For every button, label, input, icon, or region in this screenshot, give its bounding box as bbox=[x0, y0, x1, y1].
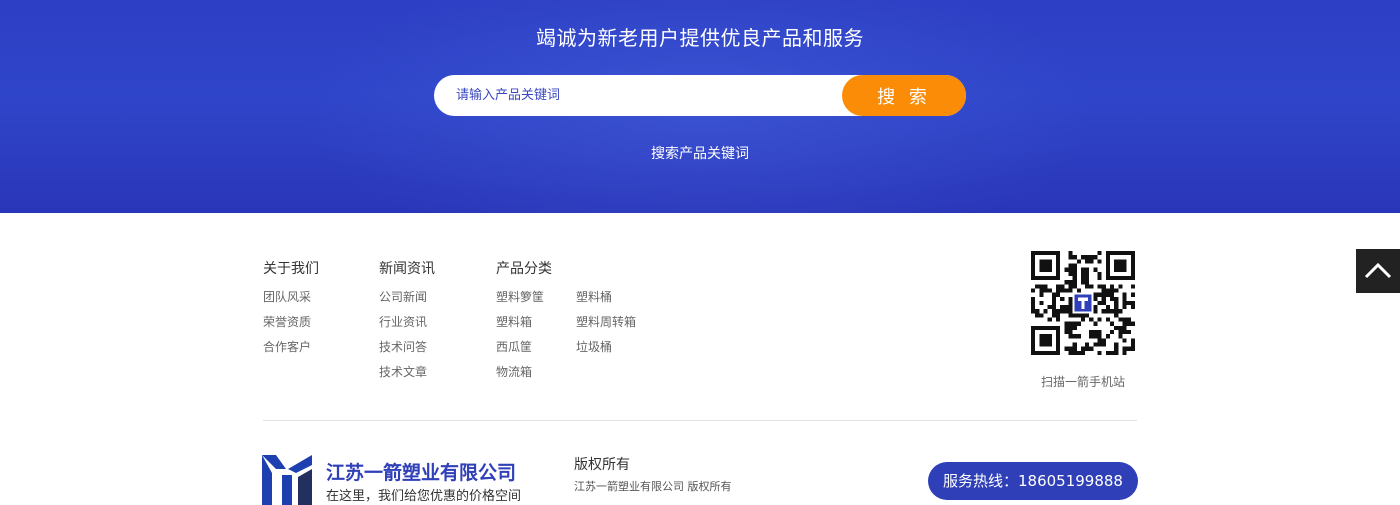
qr-caption: 扫描一箭手机站 bbox=[1040, 375, 1125, 389]
company-logo-icon bbox=[262, 455, 312, 505]
hot-keywords-link[interactable]: 搜索产品关键词 bbox=[0, 143, 1400, 163]
footer-nav-about: 关于我们 团队风采 荣誉资质 合作客户 bbox=[263, 259, 319, 364]
footer-divider bbox=[263, 420, 1137, 421]
banner-title: 竭诚为新老用户提供优良产品和服务 bbox=[536, 26, 864, 50]
chevron-up-icon bbox=[1364, 262, 1392, 279]
footer-nav-products: 产品分类 塑料箩筐 塑料箱 西瓜筐 物流箱 bbox=[496, 259, 552, 389]
nav-link-team[interactable]: 团队风采 bbox=[263, 289, 319, 314]
search-banner: 竭诚为新老用户提供优良产品和服务 搜 索 搜索产品关键词 bbox=[0, 0, 1400, 213]
search-input[interactable] bbox=[454, 75, 834, 116]
search-button[interactable]: 搜 索 bbox=[842, 75, 966, 116]
copyright-text: 江苏一箭塑业有限公司 版权所有 bbox=[574, 480, 732, 493]
nav-link-plastic-box[interactable]: 塑料箱 bbox=[496, 314, 552, 339]
nav-link-trash-bin[interactable]: 垃圾桶 bbox=[576, 339, 636, 364]
nav-link-tech-qa[interactable]: 技术问答 bbox=[379, 339, 435, 364]
nav-link-turnover-box[interactable]: 塑料周转箱 bbox=[576, 314, 636, 339]
nav-link-clients[interactable]: 合作客户 bbox=[263, 339, 319, 364]
nav-link-plastic-basket[interactable]: 塑料箩筐 bbox=[496, 289, 552, 314]
search-box: 搜 索 bbox=[434, 75, 966, 116]
nav-link-company-news[interactable]: 公司新闻 bbox=[379, 289, 435, 314]
copyright-title: 版权所有 bbox=[574, 457, 630, 473]
back-to-top-button[interactable] bbox=[1356, 249, 1400, 293]
footer-nav-products-col2: 塑料桶 塑料周转箱 垃圾桶 bbox=[576, 289, 636, 364]
company-slogan: 在这里，我们给您优惠的价格空间 bbox=[326, 489, 522, 504]
nav-title-products[interactable]: 产品分类 bbox=[496, 259, 552, 279]
nav-link-melon-crate[interactable]: 西瓜筐 bbox=[496, 339, 552, 364]
qr-code-icon bbox=[1031, 251, 1135, 355]
nav-link-honor[interactable]: 荣誉资质 bbox=[263, 314, 319, 339]
service-hotline-button[interactable]: 服务热线：18605199888 bbox=[928, 462, 1138, 500]
nav-link-tech-articles[interactable]: 技术文章 bbox=[379, 364, 435, 389]
nav-link-logistics-box[interactable]: 物流箱 bbox=[496, 364, 552, 389]
nav-link-industry-news[interactable]: 行业资讯 bbox=[379, 314, 435, 339]
company-name: 江苏一箭塑业有限公司 bbox=[326, 462, 517, 484]
nav-link-plastic-bucket[interactable]: 塑料桶 bbox=[576, 289, 636, 314]
nav-title-about[interactable]: 关于我们 bbox=[263, 259, 319, 279]
nav-title-news[interactable]: 新闻资讯 bbox=[379, 259, 435, 279]
footer-nav-news: 新闻资讯 公司新闻 行业资讯 技术问答 技术文章 bbox=[379, 259, 435, 389]
